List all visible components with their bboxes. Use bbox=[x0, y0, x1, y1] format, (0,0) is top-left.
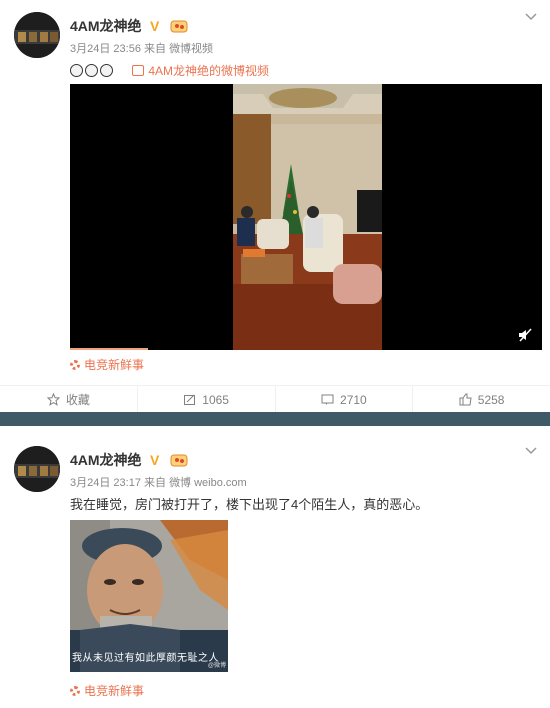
chevron-down-icon[interactable] bbox=[524, 446, 538, 456]
verified-icon: V bbox=[150, 19, 160, 33]
favorite-label: 收藏 bbox=[65, 393, 90, 407]
avatar-image bbox=[14, 446, 60, 492]
flower-icon bbox=[70, 686, 80, 696]
username-text[interactable]: 4AM龙神绝 bbox=[70, 452, 142, 468]
from-prefix: 来自 bbox=[144, 43, 166, 55]
video-player[interactable] bbox=[70, 84, 542, 350]
from-source[interactable]: 微博 weibo.com bbox=[169, 477, 247, 489]
flower-icon bbox=[70, 360, 80, 370]
post-date[interactable]: 3月24日 23:17 bbox=[70, 477, 141, 489]
repost-button[interactable]: 1065 bbox=[138, 386, 276, 413]
video-link[interactable]: 4AM龙神绝的微博视频 bbox=[132, 64, 269, 78]
card-divider bbox=[0, 412, 550, 426]
avatar-image bbox=[14, 12, 60, 58]
repost-icon bbox=[184, 394, 196, 405]
comment-icon bbox=[321, 394, 334, 405]
favorite-button[interactable]: 收藏 bbox=[0, 386, 138, 413]
source-tag[interactable]: 电竞新鲜事 bbox=[70, 682, 144, 699]
from-source[interactable]: 微博视频 bbox=[169, 43, 213, 55]
image-subtitle: 我从未见过有如此厚颜无耻之人 bbox=[72, 653, 219, 664]
svg-text:V: V bbox=[150, 453, 160, 467]
image-watermark: @微博 bbox=[207, 663, 226, 669]
source-tag-text[interactable]: 电竞新鲜事 bbox=[84, 358, 144, 372]
weibo-post-card: 4AM龙神绝 V 3月24日 23:17 来自 微博 weibo.com 我在睡… bbox=[0, 426, 550, 708]
weibo-post-card: 4AM龙神绝 V 3月24日 23:56 来自 微博视频 4AM龙神绝的微博视频 bbox=[0, 0, 550, 413]
action-bar: 收藏 1065 2710 5258 bbox=[0, 385, 550, 413]
video-progress-bar[interactable] bbox=[70, 348, 148, 350]
like-count: 5258 bbox=[477, 392, 505, 407]
comment-count: 2710 bbox=[340, 392, 367, 407]
svg-text:V: V bbox=[150, 19, 160, 33]
source-tag-text[interactable]: 电竞新鲜事 bbox=[84, 684, 144, 698]
post-meta: 3月24日 23:17 来自 微博 weibo.com bbox=[70, 474, 247, 490]
username-text[interactable]: 4AM龙神绝 bbox=[70, 18, 142, 34]
post-meta: 3月24日 23:56 来自 微博视频 bbox=[70, 40, 213, 56]
comment-button[interactable]: 2710 bbox=[276, 386, 414, 413]
laugh-emoji-icon bbox=[85, 64, 98, 77]
level-icon bbox=[170, 454, 188, 467]
video-icon bbox=[132, 65, 145, 76]
username[interactable]: 4AM龙神绝 V bbox=[70, 450, 188, 470]
from-prefix: 来自 bbox=[144, 477, 166, 489]
like-button[interactable]: 5258 bbox=[413, 386, 550, 413]
laugh-emoji-icon bbox=[100, 64, 113, 77]
post-date[interactable]: 3月24日 23:56 bbox=[70, 43, 141, 55]
like-icon bbox=[459, 393, 472, 406]
level-icon bbox=[170, 20, 188, 33]
avatar[interactable] bbox=[14, 12, 60, 58]
post-text: 我在睡觉，房门被打开了，楼下出现了4个陌生人，真的恶心。 bbox=[70, 497, 429, 512]
repost-count: 1065 bbox=[202, 392, 229, 407]
post-content: 4AM龙神绝的微博视频 bbox=[70, 62, 269, 79]
verified-icon: V bbox=[150, 453, 160, 467]
source-tag[interactable]: 电竞新鲜事 bbox=[70, 356, 144, 373]
chevron-down-icon[interactable] bbox=[524, 12, 538, 22]
mute-icon[interactable] bbox=[518, 328, 532, 342]
star-icon bbox=[46, 393, 60, 406]
video-link-text[interactable]: 4AM龙神绝的微博视频 bbox=[148, 64, 269, 78]
username[interactable]: 4AM龙神绝 V bbox=[70, 16, 188, 36]
video-frame bbox=[233, 84, 382, 350]
post-image[interactable]: 我从未见过有如此厚颜无耻之人 @微博 bbox=[70, 520, 228, 672]
laugh-emoji-icon bbox=[70, 64, 83, 77]
avatar[interactable] bbox=[14, 446, 60, 492]
